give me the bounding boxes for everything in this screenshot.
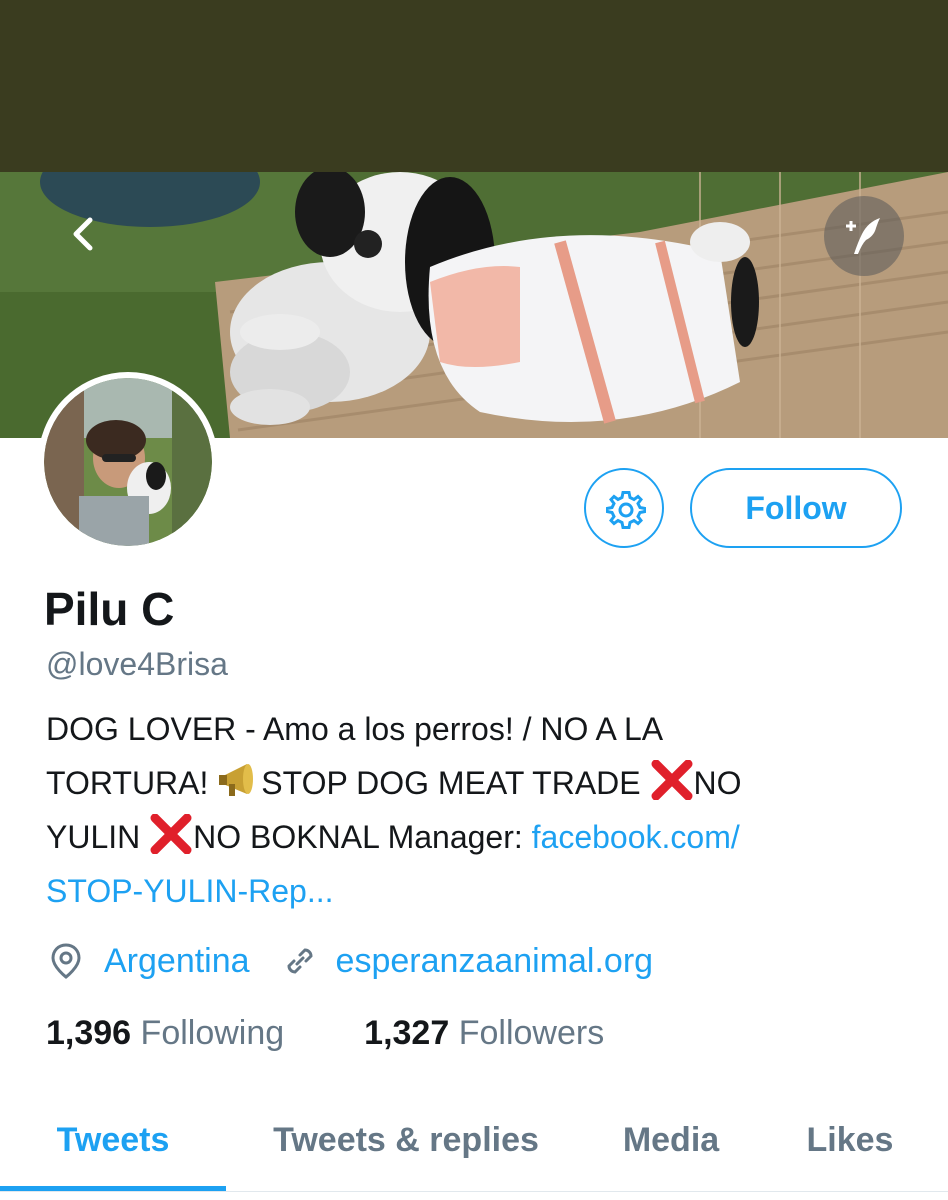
top-bar [0,0,948,172]
bio-line-1: DOG LOVER - Amo a los perros! / NO A LA [46,711,664,747]
bio-text: STOP DOG MEAT TRADE [261,765,650,801]
compose-tweet-button[interactable] [824,196,904,276]
website-link[interactable]: esperanzaanimal.org [336,942,654,981]
profile-handle: @love4Brisa [46,646,228,682]
profile-name: Pilu C [44,583,175,635]
tab-tweets-and-replies[interactable]: Tweets & replies [238,1112,574,1192]
bio-line-3: YULIN NO BOKNAL Manager: facebook.com/ [46,810,906,864]
link-icon [287,948,313,974]
tab-media[interactable]: Media [596,1112,746,1192]
gear-icon [606,491,646,529]
bio-text: YULIN [46,819,150,855]
following-label: Following [140,1014,285,1052]
location-link[interactable]: Argentina [104,942,250,981]
followers-stat[interactable]: 1,327 Followers [364,1014,604,1053]
settings-button[interactable] [584,468,664,548]
location-pin-icon [51,943,81,979]
bio-text: NO BOKNAL Manager: [193,819,532,855]
bio-line-2: TORTURA! STOP DOG MEAT TRADE NO [46,756,906,810]
bio-text: TORTURA! [46,765,218,801]
tab-tweets[interactable]: Tweets [0,1112,226,1192]
following-count: 1,396 [46,1014,132,1052]
bio-text: NO [693,765,742,801]
follow-button[interactable]: Follow [690,468,902,548]
followers-label: Followers [458,1014,605,1052]
cross-mark-icon [150,814,192,854]
bio-line-4: STOP-YULIN-Rep... [46,864,906,918]
profile-bio: DOG LOVER - Amo a los perros! / NO A LA … [46,702,906,918]
chevron-left-icon [73,217,93,251]
cross-mark-icon [651,760,693,800]
tabs-divider [0,1191,948,1192]
profile-meta: Argentina esperanzaanimal.org [46,936,653,986]
profile-stats: 1,396 Following 1,327 Followers [46,1014,604,1053]
megaphone-icon [219,764,254,796]
profile-tabs: Tweets Tweets & replies Media Likes [0,1112,948,1200]
profile-avatar[interactable] [38,372,218,552]
avatar-image [44,378,212,546]
bio-link-continued[interactable]: STOP-YULIN-Rep... [46,873,333,909]
followers-count: 1,327 [364,1014,450,1052]
bio-link[interactable]: facebook.com/ [532,819,740,855]
compose-icon [846,218,880,254]
tab-likes[interactable]: Likes [780,1112,920,1192]
back-button[interactable] [60,210,108,258]
profile-card: Follow Pilu C @love4Brisa DOG LOVER - Am… [0,172,948,1200]
following-stat[interactable]: 1,396 Following [46,1014,284,1053]
